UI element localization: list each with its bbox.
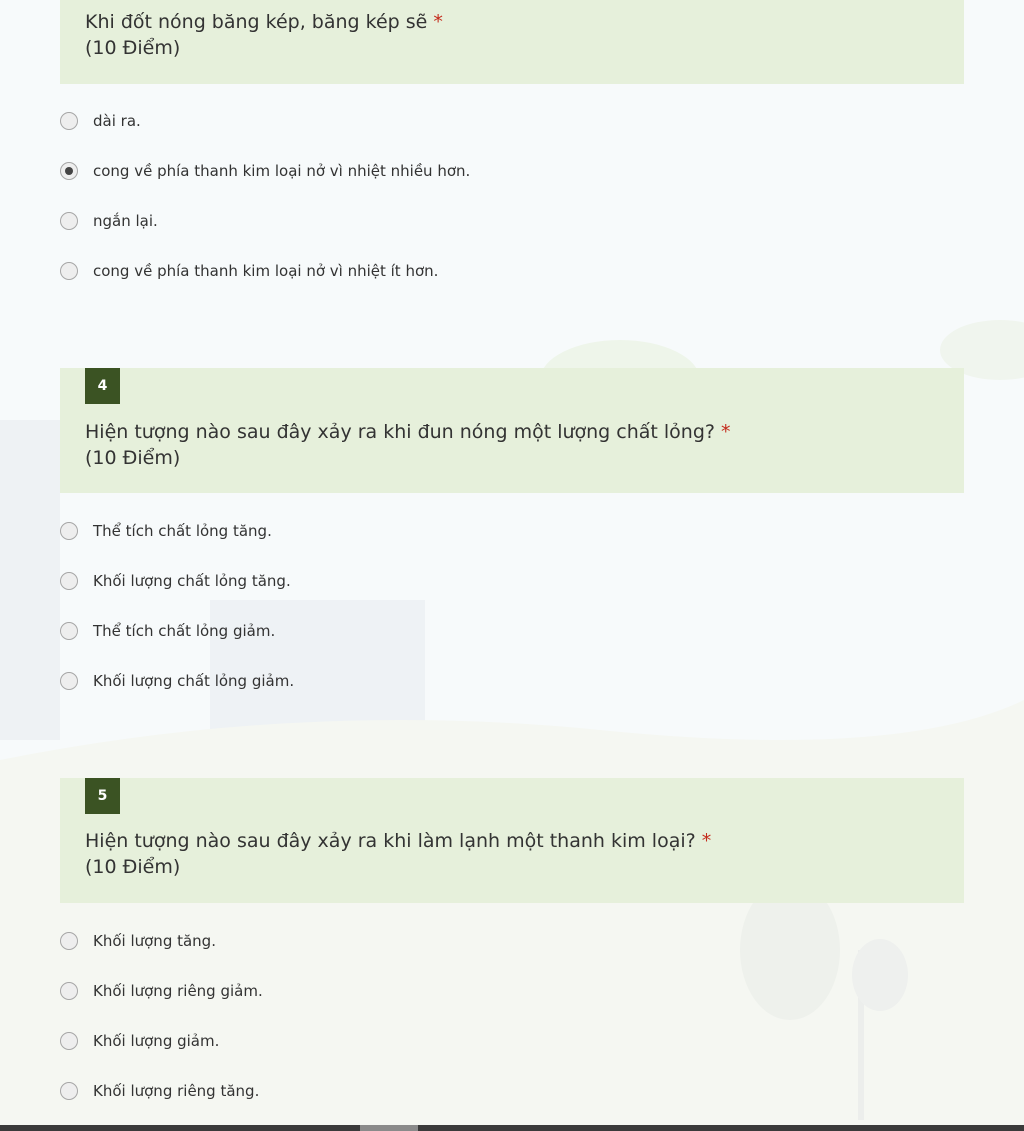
answer-option[interactable]: Khối lượng riêng giảm.	[60, 979, 263, 1003]
answer-option[interactable]: dài ra.	[60, 109, 141, 133]
question-header: 4 Hiện tượng nào sau đây xảy ra khi đun …	[60, 368, 964, 493]
question-header: Khi đốt nóng băng kép, băng kép sẽ * (10…	[60, 0, 964, 84]
answer-option[interactable]: ngắn lại.	[60, 209, 158, 233]
option-label: dài ra.	[93, 112, 141, 130]
answer-option[interactable]: Khối lượng tăng.	[60, 929, 216, 953]
option-label: Thể tích chất lỏng giảm.	[93, 622, 276, 640]
radio-button[interactable]	[60, 112, 78, 130]
scrollbar-thumb[interactable]	[360, 1125, 418, 1131]
option-label: ngắn lại.	[93, 212, 158, 230]
option-label: Khối lượng tăng.	[93, 932, 216, 950]
answer-option[interactable]: Khối lượng chất lỏng giảm.	[60, 669, 294, 693]
question-title: Hiện tượng nào sau đây xảy ra khi đun nó…	[85, 419, 731, 445]
radio-button[interactable]	[60, 522, 78, 540]
option-label: Thể tích chất lỏng tăng.	[93, 522, 272, 540]
answer-option[interactable]: Khối lượng riêng tăng.	[60, 1079, 259, 1103]
required-marker: *	[701, 830, 712, 852]
question-number-badge: 5	[85, 778, 120, 814]
option-label: Khối lượng chất lỏng tăng.	[93, 572, 291, 590]
answer-option[interactable]: Khối lượng giảm.	[60, 1029, 219, 1053]
radio-button[interactable]	[60, 262, 78, 280]
question-points: (10 Điểm)	[85, 447, 181, 469]
required-marker: *	[721, 421, 731, 443]
question-title: Hiện tượng nào sau đây xảy ra khi làm lạ…	[85, 828, 711, 854]
question-3: Khi đốt nóng băng kép, băng kép sẽ * (10…	[60, 0, 964, 280]
question-header: 5 Hiện tượng nào sau đây xảy ra khi làm …	[60, 778, 964, 903]
option-label: Khối lượng chất lỏng giảm.	[93, 672, 295, 690]
radio-button[interactable]	[60, 932, 78, 950]
option-label: Khối lượng riêng giảm.	[93, 982, 263, 1000]
question-4: 4 Hiện tượng nào sau đây xảy ra khi đun …	[60, 368, 964, 690]
question-5: 5 Hiện tượng nào sau đây xảy ra khi làm …	[60, 778, 964, 1100]
radio-button-selected[interactable]	[60, 162, 78, 180]
question-number-badge: 4	[85, 368, 120, 404]
option-label: cong về phía thanh kim loại nở vì nhiệt …	[93, 162, 471, 180]
required-marker: *	[433, 11, 443, 33]
answer-option[interactable]: Thể tích chất lỏng giảm.	[60, 619, 275, 643]
radio-button[interactable]	[60, 572, 78, 590]
question-title-text: Hiện tượng nào sau đây xảy ra khi làm lạ…	[85, 830, 696, 852]
horizontal-scrollbar[interactable]	[0, 1125, 1024, 1131]
radio-button[interactable]	[60, 1032, 78, 1050]
answer-option[interactable]: cong về phía thanh kim loại nở vì nhiệt …	[60, 259, 438, 283]
answer-option[interactable]: cong về phía thanh kim loại nở vì nhiệt …	[60, 159, 470, 183]
radio-button[interactable]	[60, 1082, 78, 1100]
option-label: cong về phía thanh kim loại nở vì nhiệt …	[93, 262, 439, 280]
question-points: (10 Điểm)	[85, 37, 181, 59]
option-label: Khối lượng riêng tăng.	[93, 1082, 260, 1100]
radio-button[interactable]	[60, 622, 78, 640]
answer-option[interactable]: Thể tích chất lỏng tăng.	[60, 519, 272, 543]
radio-button[interactable]	[60, 982, 78, 1000]
question-points: (10 Điểm)	[85, 856, 181, 878]
radio-button[interactable]	[60, 672, 78, 690]
question-title-text: Hiện tượng nào sau đây xảy ra khi đun nó…	[85, 421, 715, 443]
question-title-text: Khi đốt nóng băng kép, băng kép sẽ	[85, 11, 428, 33]
radio-button[interactable]	[60, 212, 78, 230]
answer-option[interactable]: Khối lượng chất lỏng tăng.	[60, 569, 291, 593]
question-title: Khi đốt nóng băng kép, băng kép sẽ *	[85, 9, 443, 35]
option-label: Khối lượng giảm.	[93, 1032, 220, 1050]
